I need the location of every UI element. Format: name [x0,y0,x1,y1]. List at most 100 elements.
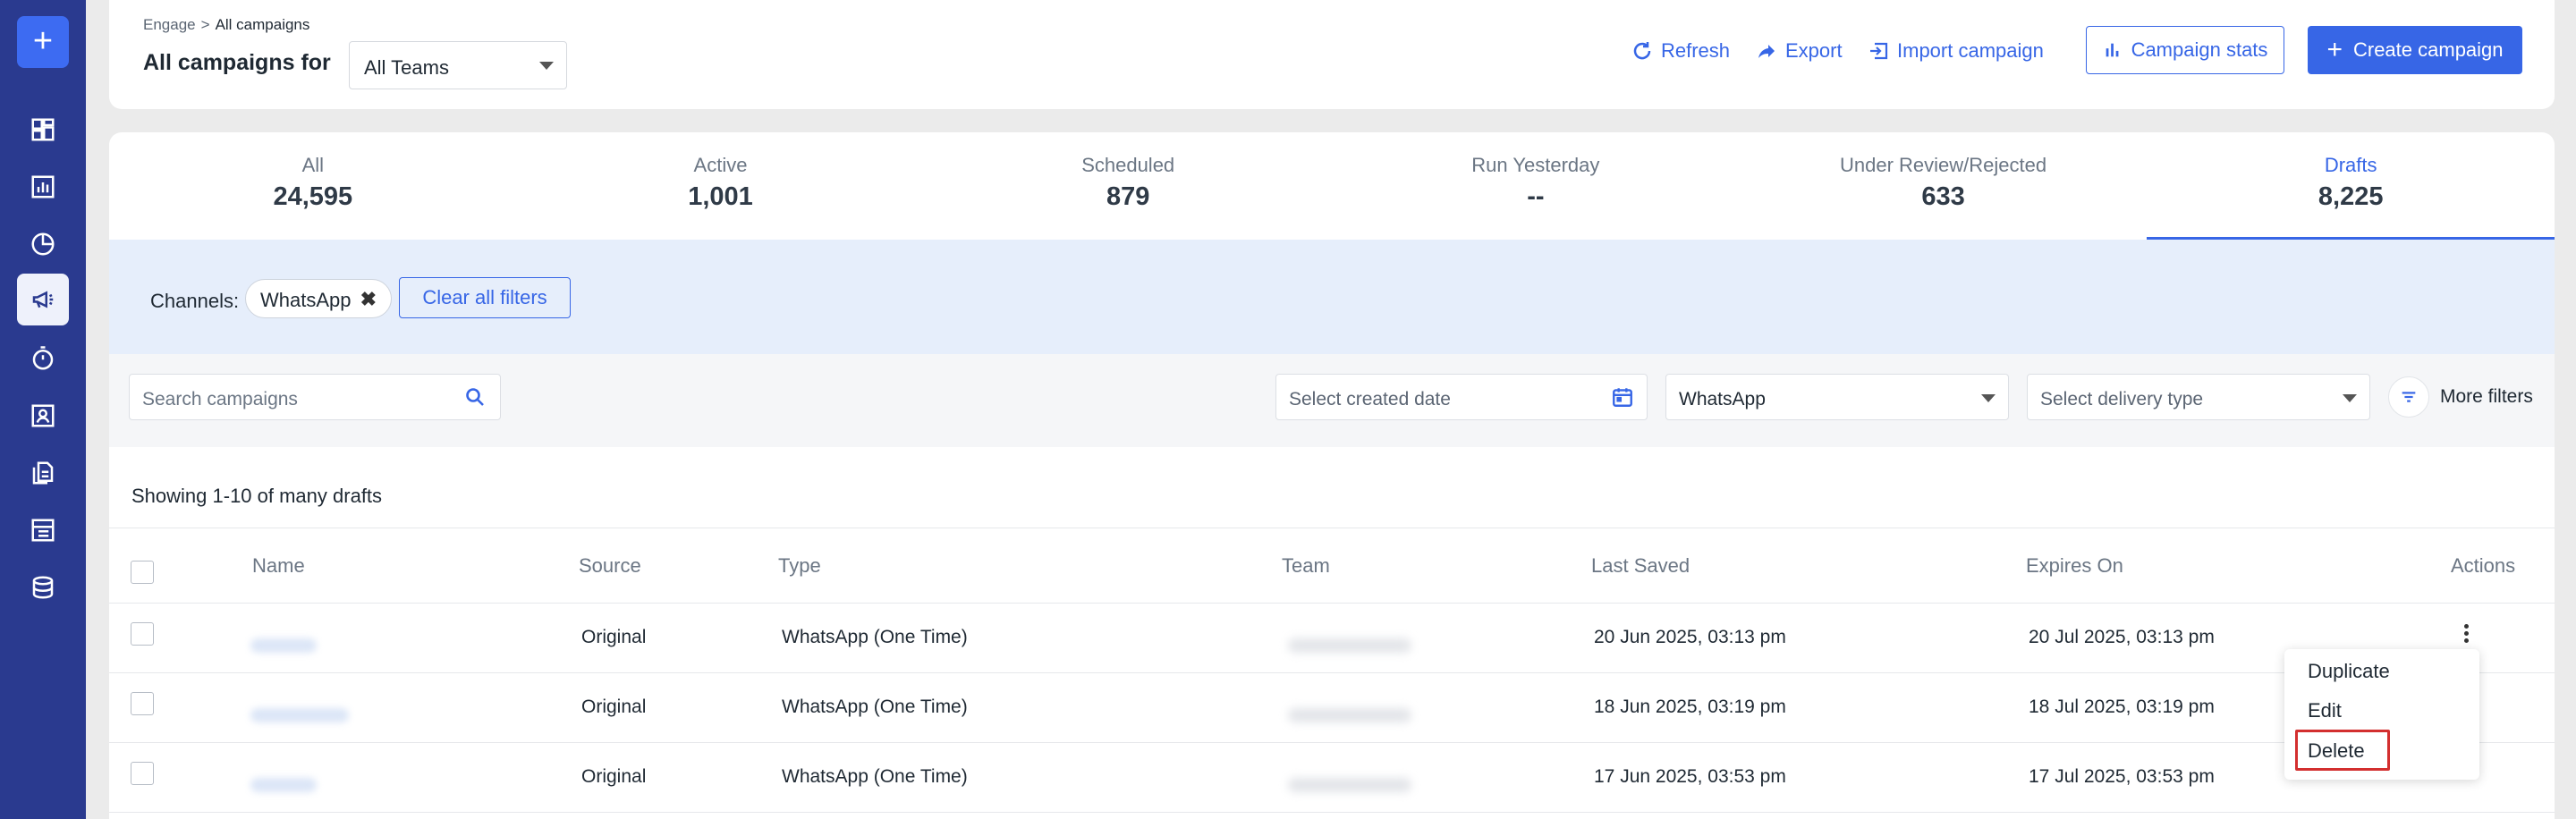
tab-under-review[interactable]: Under Review/Rejected 633 [1740,132,2148,240]
column-header-name[interactable]: Name [252,554,305,578]
more-vertical-icon[interactable] [2463,624,2470,646]
more-filters-label: More filters [2440,386,2533,407]
last-saved-cell: 20 Jun 2025, 03:13 pm [1594,627,1786,647]
row-checkbox[interactable] [131,622,154,646]
filter-icon [2402,392,2416,402]
source-cell: Original [581,766,647,787]
import-campaign-button[interactable]: Import campaign [1868,36,2044,66]
calendar-icon[interactable] [1611,385,1634,409]
stat-label: Scheduled [1081,154,1175,176]
team-cell [1288,708,1411,722]
create-campaign-label: Create campaign [2352,38,2504,61]
channels-label: Channels: [150,290,240,312]
refresh-label: Refresh [1661,39,1731,62]
menu-item-duplicate[interactable]: Duplicate [2308,660,2390,683]
import-icon [1870,42,1888,60]
team-cell [1288,638,1411,653]
main-card: All 24,595 Active 1,001 Scheduled 879 Ru… [109,132,2555,819]
search-icon[interactable] [464,386,486,408]
plus-icon[interactable]: + [17,16,69,68]
breadcrumb-separator: > [200,16,210,33]
timer-icon[interactable] [17,333,69,384]
caret-down-icon [1981,394,1996,402]
team-cell [1288,778,1411,792]
search-input[interactable]: Search campaigns [129,374,501,420]
refresh-button[interactable]: Refresh [1631,36,1730,66]
type-cell: WhatsApp (One Time) [782,766,968,787]
row-checkbox[interactable] [131,762,154,785]
database-icon[interactable] [17,561,69,613]
delivery-type-select[interactable]: Select delivery type [2027,374,2370,420]
divider [109,603,2555,604]
dashboard-icon[interactable] [17,104,69,156]
channel-select-value: WhatsApp [1679,389,1766,410]
stat-value: -- [1527,182,1545,211]
campaign-name-link[interactable] [250,778,317,792]
team-select[interactable]: All Teams [349,41,567,89]
menu-item-edit[interactable]: Edit [2308,699,2342,722]
stat-value: 1,001 [688,182,753,211]
contact-icon[interactable] [17,390,69,442]
last-saved-cell: 17 Jun 2025, 03:53 pm [1594,766,1786,787]
campaign-name-link[interactable] [250,638,317,653]
stat-label: Active [693,154,748,176]
menu-item-delete[interactable]: Delete [2308,739,2365,763]
select-all-checkbox[interactable] [131,561,154,584]
column-header-last-saved[interactable]: Last Saved [1591,554,1690,578]
clear-all-filters-button[interactable]: Clear all filters [399,277,571,318]
created-date-picker[interactable]: Select created date [1275,374,1648,420]
page-title: All campaigns for [143,50,331,75]
channel-select[interactable]: WhatsApp [1665,374,2009,420]
export-label: Export [1785,39,1843,62]
stat-label: Drafts [2324,154,2377,176]
campaign-name-link[interactable] [250,708,349,722]
bar-chart-icon[interactable] [17,161,69,213]
row-divider [109,672,2555,673]
column-header-type[interactable]: Type [778,554,821,578]
close-icon[interactable]: ✖ [360,288,377,311]
type-cell: WhatsApp (One Time) [782,697,968,717]
export-button[interactable]: Export [1756,36,1843,66]
column-header-actions: Actions [2451,554,2516,577]
tab-all[interactable]: All 24,595 [109,132,517,240]
delivery-type-placeholder: Select delivery type [2040,389,2204,410]
stat-label: All [301,154,325,176]
toolbar: Search campaigns Select created date Wha… [109,354,2555,447]
share-arrow-icon [1758,45,1775,58]
create-campaign-button[interactable]: + Create campaign [2308,26,2522,74]
tab-scheduled[interactable]: Scheduled 879 [924,132,1332,240]
campaign-stats-label: Campaign stats [2131,38,2268,61]
row-actions-menu: Duplicate Edit Delete [2284,649,2479,780]
pie-chart-icon[interactable] [17,218,69,270]
date-placeholder: Select created date [1289,389,1451,410]
tab-drafts[interactable]: Drafts 8,225 [2147,132,2555,240]
list-icon[interactable] [17,504,69,556]
header-card: Engage > All campaigns All campaigns for A… [109,0,2555,109]
row-divider [109,742,2555,743]
refresh-icon [1633,42,1651,60]
campaign-stats-button[interactable]: Campaign stats [2086,26,2284,74]
source-cell: Original [581,627,647,647]
column-header-team[interactable]: Team [1282,554,1330,578]
stat-label: Run Yesterday [1471,154,1600,176]
filter-icon-wrapper [2388,376,2429,418]
team-select-value: All Teams [364,56,449,79]
tab-run-yesterday[interactable]: Run Yesterday -- [1332,132,1740,240]
more-filters-button[interactable]: More filters [2388,376,2533,418]
row-checkbox[interactable] [131,692,154,715]
breadcrumb-parent[interactable]: Engage [143,16,196,33]
column-header-source[interactable]: Source [579,554,641,578]
caret-down-icon [2343,394,2357,402]
expires-on-cell: 18 Jul 2025, 03:19 pm [2029,697,2215,717]
tab-active[interactable]: Active 1,001 [517,132,925,240]
stat-value: 8,225 [2318,182,2384,211]
import-campaign-label: Import campaign [1897,39,2044,62]
caret-down-icon [539,62,554,70]
megaphone-icon[interactable] [17,274,69,325]
column-header-expires-on[interactable]: Expires On [2026,554,2123,578]
breadcrumb: Engage > All campaigns [143,16,309,34]
bar-chart-icon [2106,43,2118,57]
documents-icon[interactable] [17,447,69,499]
stat-value: 24,595 [273,182,353,211]
last-saved-cell: 18 Jun 2025, 03:19 pm [1594,697,1786,717]
